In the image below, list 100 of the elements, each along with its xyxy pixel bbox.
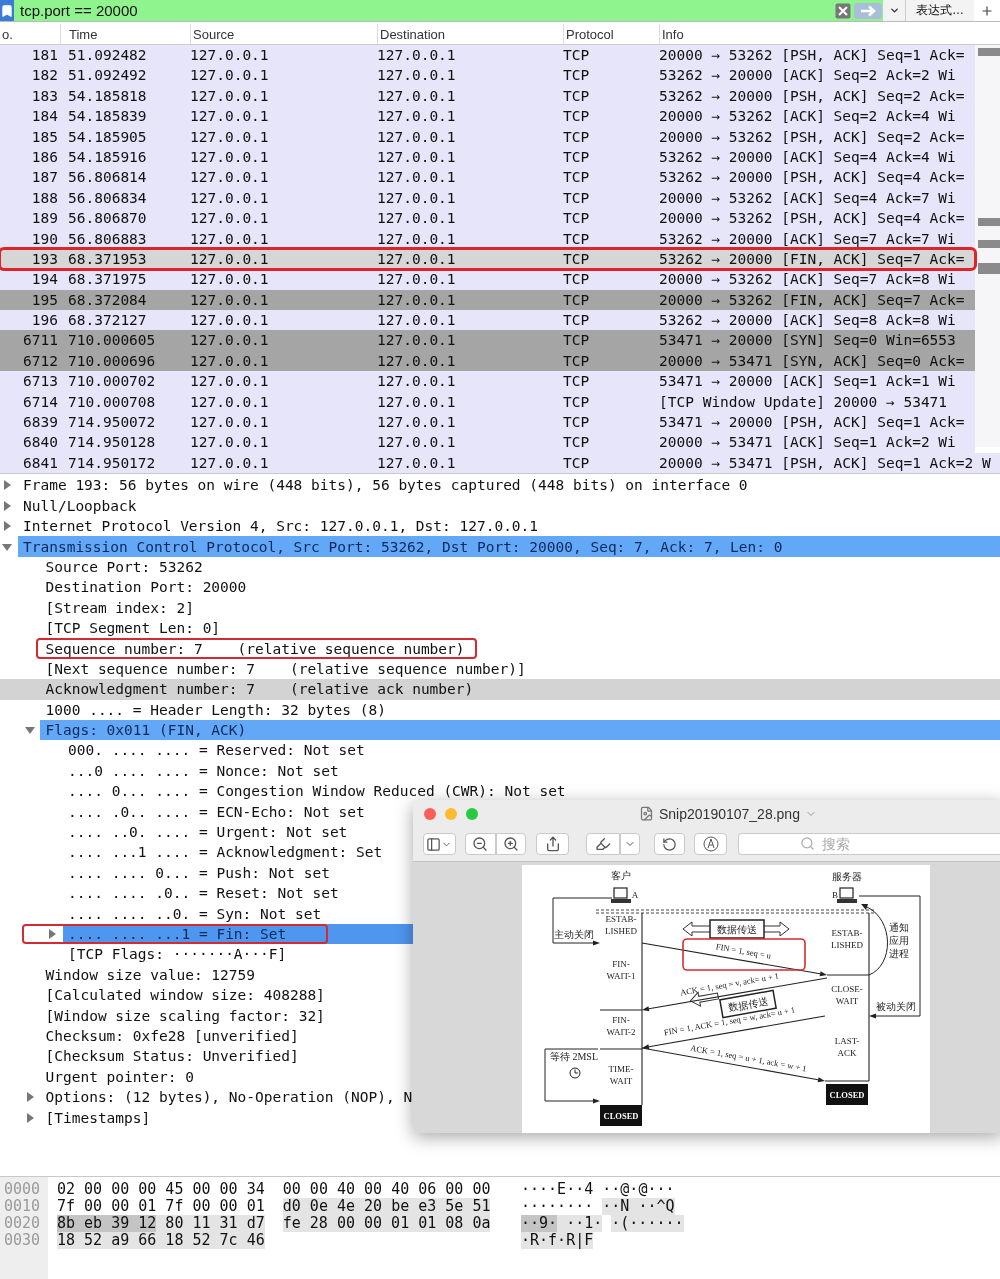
share-icon — [544, 836, 561, 853]
table-cell-text: 51.092492 — [67, 66, 148, 86]
expand-arrow-icon[interactable] — [24, 1112, 35, 1123]
hex-bytes: 80 11 31 d7 — [156, 1215, 265, 1232]
ascii-text: ··N ··^Q — [602, 1198, 675, 1215]
rotate-button[interactable] — [653, 833, 686, 856]
table-cell-text: 183 — [30, 86, 59, 106]
state-label: FIN- WAIT-1 — [606, 959, 636, 981]
column-header[interactable]: o. — [0, 24, 60, 44]
table-cell-text: 714.950072 — [67, 413, 157, 433]
markup-button[interactable] — [694, 833, 728, 856]
expand-arrow-icon[interactable] — [24, 725, 35, 736]
packet-row[interactable]: 6712 710.000696 127.0.0.1 127.0.0.1 TCP 20000 → 53471 [SYN, ACK] Seq=0 Ack= — [0, 350, 975, 372]
table-cell-text: 127.0.0.1 — [377, 453, 457, 473]
filter-field[interactable]: tcp.port == 20000 — [14, 0, 833, 21]
packet-row[interactable]: 193 68.371953 127.0.0.1 127.0.0.1 TCP 53262 → 20000 [FIN, ACK] Seq=7 Ack= — [0, 248, 975, 270]
expand-arrow-icon[interactable] — [2, 541, 12, 552]
column-header[interactable]: Source — [190, 24, 377, 44]
table-cell-text: 127.0.0.1 — [190, 127, 270, 147]
column-header[interactable]: Destination — [377, 24, 563, 44]
bookmark-button[interactable] — [0, 0, 14, 21]
table-cell-text: TCP — [563, 249, 591, 269]
packet-row[interactable]: 6714 710.000708 127.0.0.1 127.0.0.1 TCP [TCP Window Update] 20000 → 53471 — [0, 391, 975, 413]
table-cell-text: 20000 → 53262 [ACK] Seq=2 Ack=4 Wi — [659, 107, 957, 127]
packet-row[interactable]: 195 68.372084 127.0.0.1 127.0.0.1 TCP 20000 → 53262 [FIN, ACK] Seq=7 Ack= — [0, 289, 975, 311]
clear-button[interactable] — [833, 0, 853, 21]
share-button[interactable] — [536, 833, 570, 856]
table-cell-text: TCP — [563, 147, 591, 167]
state-label: FIN- WAIT-2 — [606, 1015, 636, 1037]
table-cell-text: TCP — [563, 433, 591, 453]
table-cell-text: 56.806834 — [67, 188, 148, 208]
expand-arrow-icon[interactable] — [47, 929, 57, 939]
packet-row[interactable]: 194 68.371975 127.0.0.1 127.0.0.1 TCP 20000 → 53262 [ACK] Seq=7 Ack=8 Wi — [0, 269, 975, 290]
packet-row[interactable]: 190 56.806883 127.0.0.1 127.0.0.1 TCP 53262 → 20000 [ACK] Seq=7 Ack=7 Wi — [0, 228, 975, 249]
table-cell-text: TCP — [563, 270, 591, 290]
search-field[interactable]: 搜索 — [738, 833, 1000, 856]
table-cell-text: 127.0.0.1 — [190, 351, 270, 371]
table-cell-text: 68.371975 — [67, 270, 148, 290]
table-cell-text: 53471 → 20000 [SYN] Seq=0 Win=6553 — [659, 331, 957, 351]
packet-row[interactable]: 186 54.185916 127.0.0.1 127.0.0.1 TCP 53262 → 20000 [ACK] Seq=4 Ack=4 Wi — [0, 146, 975, 168]
zoom-in-button[interactable] — [495, 833, 527, 856]
column-header[interactable]: Protocol — [563, 24, 659, 44]
packet-row[interactable]: 6840 714.950128 127.0.0.1 127.0.0.1 TCP 20000 → 53471 [ACK] Seq=1 Ack=2 Wi — [0, 432, 975, 453]
table-cell-text: 54.185839 — [67, 107, 148, 127]
dropdown-button[interactable] — [883, 0, 905, 21]
table-cell-text: 127.0.0.1 — [377, 433, 457, 453]
ascii-text: ········ — [521, 1198, 594, 1215]
tree-item[interactable]: Acknowledgment number: 7 (relative ack number) — [0, 679, 1000, 700]
close-button[interactable] — [424, 807, 436, 820]
packet-row[interactable]: 181 51.092482 127.0.0.1 127.0.0.1 TCP 20000 → 53262 [PSH, ACK] Seq=1 Ack= — [0, 45, 975, 66]
packet-row[interactable]: 188 56.806834 127.0.0.1 127.0.0.1 TCP 20000 → 53262 [ACK] Seq=4 Ack=7 Wi — [0, 187, 975, 209]
table-cell-text: 20000 → 53262 [PSH, ACK] Seq=2 Ack= — [659, 127, 966, 147]
table-cell-text: 20000 → 53471 [ACK] Seq=1 Ack=2 Wi — [659, 433, 957, 453]
expand-arrow-icon[interactable] — [2, 480, 12, 491]
packet-row[interactable]: 189 56.806870 127.0.0.1 127.0.0.1 TCP 20000 → 53262 [PSH, ACK] Seq=4 Ack= — [0, 208, 975, 229]
note-label: 被动关闭 — [876, 1001, 916, 1012]
table-cell-text: 54.185905 — [67, 127, 148, 147]
table-cell-text: TCP — [563, 209, 591, 229]
tree-item[interactable]: Transmission Control Protocol, Src Port: 53262, Dst Port: 20000, Seq: 7, Ack: 7, Len: 0 — [0, 536, 1000, 557]
rotate-icon — [661, 836, 677, 852]
table-cell-text: TCP — [563, 188, 591, 208]
message-label: FIN = 1, seq = u — [715, 941, 772, 961]
row-offset: 0010 — [3, 1198, 42, 1215]
document-icon — [639, 806, 654, 822]
expression-button[interactable]: 表达式… — [905, 0, 974, 21]
packet-row[interactable]: 6711 710.000605 127.0.0.1 127.0.0.1 TCP 53471 → 20000 [SYN] Seq=0 Win=6553 — [0, 330, 975, 351]
table-cell-text: 127.0.0.1 — [377, 249, 457, 269]
table-cell-text: 193 — [30, 249, 59, 269]
data-transfer-label: 数据传送 — [709, 919, 765, 939]
arrow-right-icon — [854, 2, 882, 19]
table-cell-text: 186 — [30, 147, 59, 167]
packet-row[interactable]: 6841 714.950172 127.0.0.1 127.0.0.1 TCP 20000 → 53471 [PSH, ACK] Seq=1 Ack=2 W — [0, 452, 1000, 474]
column-header[interactable]: Time — [60, 24, 190, 44]
table-cell-text: TCP — [563, 168, 591, 188]
packet-row[interactable]: 182 51.092492 127.0.0.1 127.0.0.1 TCP 53262 → 20000 [ACK] Seq=2 Ack=2 Wi — [0, 65, 975, 86]
table-cell-text: 127.0.0.1 — [377, 147, 457, 167]
host-label: 服务器 — [832, 871, 862, 882]
packet-row[interactable]: 196 68.372127 127.0.0.1 127.0.0.1 TCP 53262 → 20000 [ACK] Seq=8 Ack=8 Wi — [0, 310, 975, 331]
table-cell-text: 127.0.0.1 — [190, 392, 270, 412]
column-header[interactable]: Info — [659, 24, 1000, 44]
packet-row[interactable]: 185 54.185905 127.0.0.1 127.0.0.1 TCP 20000 → 53262 [PSH, ACK] Seq=2 Ack= — [0, 126, 975, 147]
packet-row[interactable]: 187 56.806814 127.0.0.1 127.0.0.1 TCP 53262 → 20000 [PSH, ACK] Seq=4 Ack= — [0, 167, 975, 188]
expand-arrow-icon[interactable] — [24, 1092, 35, 1103]
highlight-button[interactable] — [586, 833, 620, 856]
zoom-out-button[interactable] — [464, 833, 496, 856]
table-cell-text: 127.0.0.1 — [190, 433, 270, 453]
expand-arrow-icon[interactable] — [2, 521, 12, 532]
packet-row[interactable]: 183 54.185818 127.0.0.1 127.0.0.1 TCP 53262 → 20000 [PSH, ACK] Seq=2 Ack= — [0, 85, 975, 107]
table-cell-text: 51.092482 — [67, 46, 148, 65]
packet-row[interactable]: 6713 710.000702 127.0.0.1 127.0.0.1 TCP 53471 → 20000 [ACK] Seq=1 Ack=1 Wi — [0, 371, 975, 392]
table-cell-text: 127.0.0.1 — [190, 453, 270, 473]
table-cell-text: TCP — [563, 372, 591, 392]
row-offset: 0020 — [3, 1215, 42, 1232]
expand-arrow-icon[interactable] — [2, 500, 12, 511]
packet-row[interactable]: 6839 714.950072 127.0.0.1 127.0.0.1 TCP 53471 → 20000 [PSH, ACK] Seq=1 Ack= — [0, 412, 975, 433]
table-cell-text: 127.0.0.1 — [190, 413, 270, 433]
closed-state-label: CLOSED — [600, 1105, 642, 1126]
sidebar-button[interactable] — [423, 833, 456, 856]
packet-row[interactable]: 184 54.185839 127.0.0.1 127.0.0.1 TCP 20000 → 53262 [ACK] Seq=2 Ack=4 Wi — [0, 106, 975, 127]
closed-state-label: CLOSED — [826, 1084, 868, 1105]
